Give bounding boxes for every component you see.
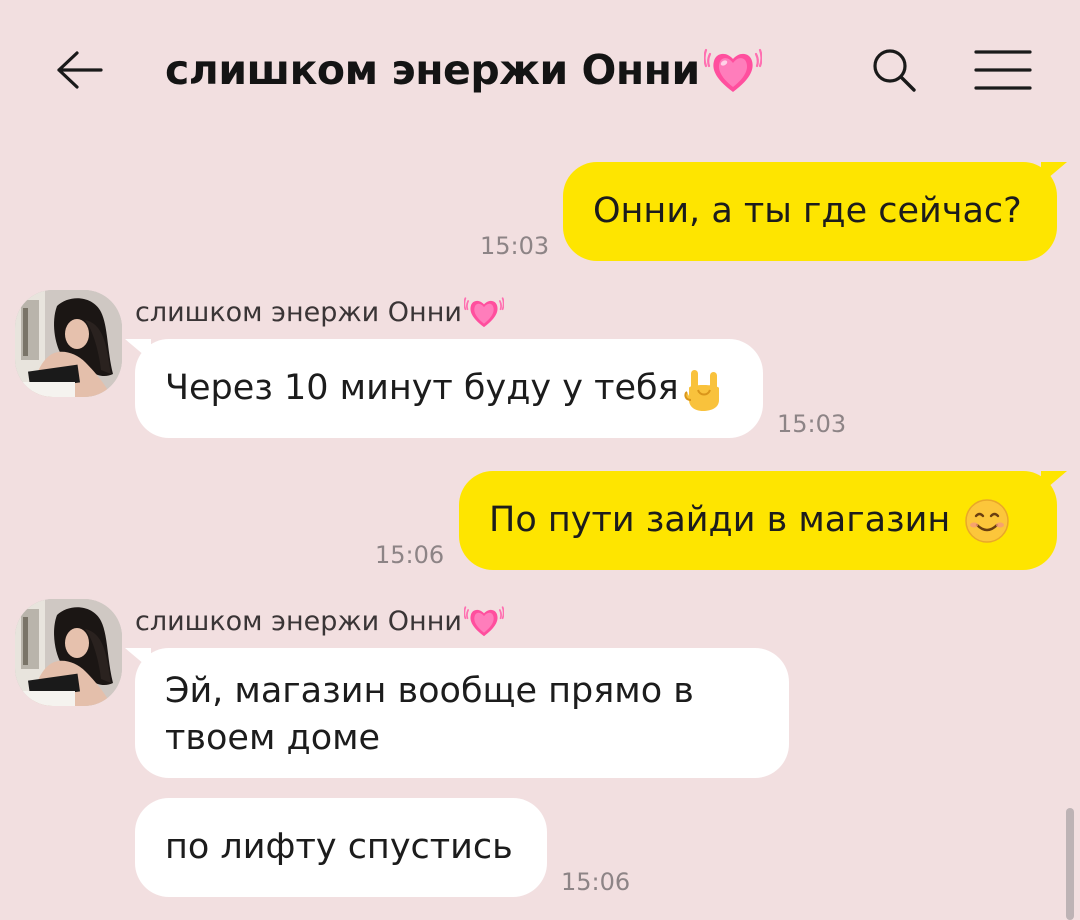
incoming-message-bubble[interactable]: по лифту спустись xyxy=(135,798,547,897)
back-button[interactable] xyxy=(50,40,110,100)
chat-header: слишком энержи Онни xyxy=(0,0,1080,140)
outgoing-message-bubble[interactable]: По пути зайди в магазин xyxy=(459,471,1067,570)
avatar[interactable] xyxy=(15,290,122,397)
chat-title: слишком энержи Онни xyxy=(165,40,762,100)
growing-heart-icon xyxy=(463,606,504,637)
hamburger-menu-icon xyxy=(974,50,1032,90)
contact-photo xyxy=(15,290,122,397)
contact-photo xyxy=(15,599,122,706)
message-text: Через 10 минут буду у тебя xyxy=(165,368,679,408)
message-text-line: Эй, магазин вообще прямо в xyxy=(165,671,694,711)
message-time: 15:03 xyxy=(480,232,550,260)
message-time: 15:06 xyxy=(375,541,445,569)
scrollbar[interactable] xyxy=(1066,808,1074,920)
message-time: 15:03 xyxy=(777,410,847,438)
search-button[interactable] xyxy=(862,38,926,102)
search-icon xyxy=(873,49,916,92)
sender-name: слишком энержи Онни xyxy=(135,292,504,332)
message-text: По пути зайди в магазин xyxy=(489,500,951,540)
avatar[interactable] xyxy=(15,599,122,706)
message-time: 15:06 xyxy=(561,868,631,896)
smiling-face-icon xyxy=(965,498,1010,543)
back-arrow-icon xyxy=(57,51,103,89)
outgoing-message-bubble[interactable]: Онни, а ты где сейчас? xyxy=(563,162,1067,261)
sender-name-text: слишком энержи Онни xyxy=(135,605,462,637)
incoming-message-bubble[interactable]: Эй, магазин вообще прямо в твоем доме xyxy=(125,648,789,778)
chat-title-text: слишком энержи Онни xyxy=(165,46,700,94)
growing-heart-icon xyxy=(703,44,762,96)
message-text-line: твоем доме xyxy=(165,718,381,758)
growing-heart-icon xyxy=(463,297,504,328)
chat-screen: слишком энержи Онни 15:03 Онни, а ты где… xyxy=(0,0,1080,920)
menu-button[interactable] xyxy=(970,40,1036,100)
sender-name-text: слишком энержи Онни xyxy=(135,296,462,328)
message-text: Онни, а ты где сейчас? xyxy=(593,191,1022,231)
sign-of-horns-icon xyxy=(684,369,719,411)
message-text: по лифту спустись xyxy=(165,827,513,867)
sender-name: слишком энержи Онни xyxy=(135,601,504,641)
incoming-message-bubble[interactable]: Через 10 минут буду у тебя xyxy=(125,339,763,438)
